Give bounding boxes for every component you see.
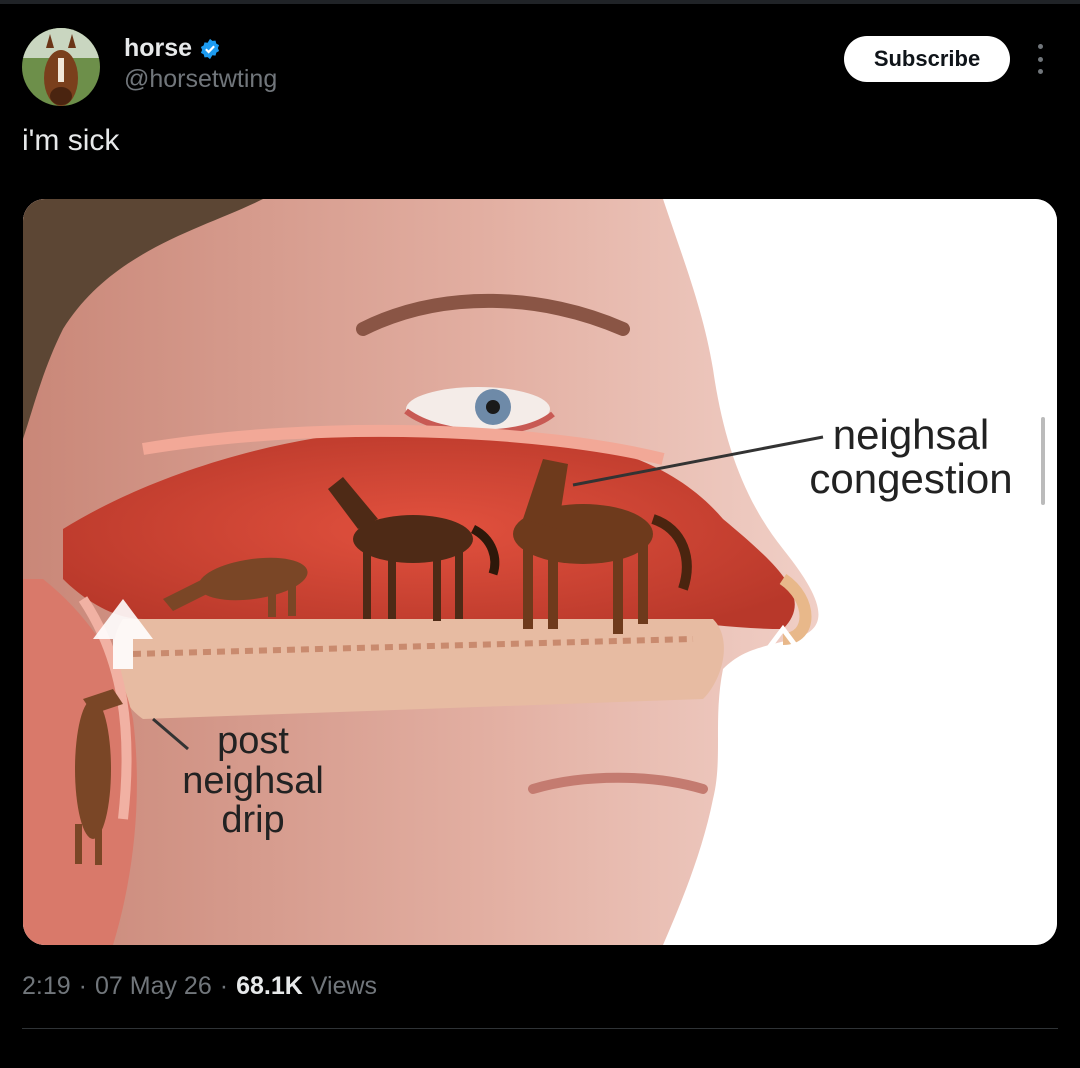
author-name-text[interactable]: horse (124, 34, 192, 63)
image-scrollbar (1041, 417, 1045, 505)
author-name[interactable]: horse (124, 34, 221, 63)
tweet-date[interactable]: 07 May 26 (95, 972, 212, 1001)
tweet-text: i'm sick (22, 124, 120, 157)
label-post-neighsal-drip: post neighsal drip (182, 720, 324, 842)
author-handle[interactable]: @horsetwting (124, 65, 277, 94)
top-divider (0, 0, 1080, 4)
label-neighsal-congestion: neighsal congestion (809, 411, 1013, 502)
stats-divider (22, 1028, 1058, 1029)
views-label: Views (310, 972, 378, 1000)
views-count: 68.1K (236, 972, 303, 1000)
avatar[interactable] (22, 28, 100, 106)
subscribe-button[interactable]: Subscribe (844, 36, 1010, 82)
meta-separator: · (219, 972, 229, 1000)
tweet-image[interactable]: neighsal congestion post neighsal drip (23, 199, 1057, 945)
verified-badge-icon (201, 38, 220, 59)
meta-separator: · (78, 972, 87, 1000)
tweet-meta: 2:19 · 07 May 26 · 68.1K Views (22, 972, 377, 1001)
tweet-time[interactable]: 2:19 (22, 972, 71, 1001)
more-options-icon[interactable] (1030, 44, 1050, 74)
